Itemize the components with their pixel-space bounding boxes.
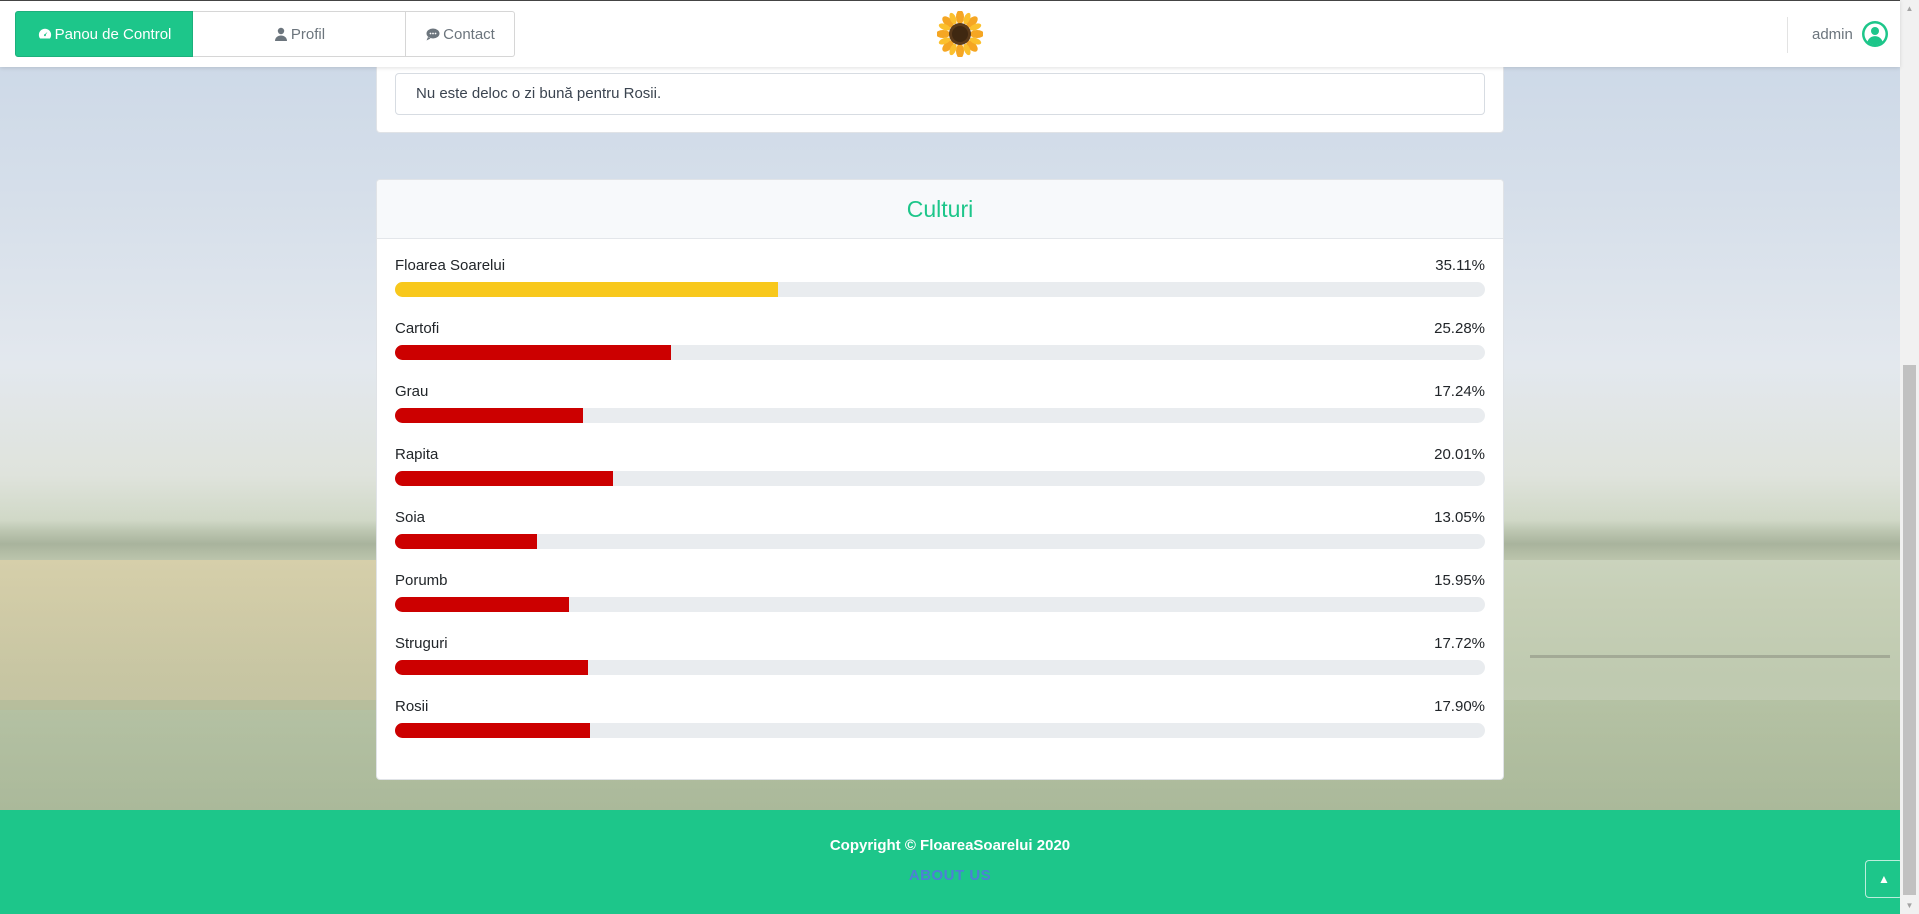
scroll-down-arrow-icon[interactable]: ▼ [1900, 897, 1919, 914]
crop-percent: 13.05% [1434, 509, 1485, 526]
chat-icon [425, 26, 441, 42]
crop-item: Floarea Soarelui 35.11% [395, 239, 1485, 302]
tab-label: Contact [443, 25, 495, 43]
crop-name: Cartofi [395, 320, 440, 337]
crop-percent: 15.95% [1434, 572, 1485, 589]
progress-track [395, 345, 1485, 360]
scroll-up-arrow-icon[interactable]: ▲ [1900, 0, 1919, 17]
crop-name: Porumb [395, 572, 448, 589]
copyright-text: Copyright © FloareaSoarelui 2020 [829, 837, 1071, 854]
progress-track [395, 282, 1485, 297]
crop-item: Struguri 17.72% [395, 617, 1485, 680]
scrollbar-thumb[interactable] [1903, 365, 1916, 895]
crop-name: Rapita [395, 446, 439, 463]
crop-name: Soia [395, 509, 426, 526]
progress-track [395, 660, 1485, 675]
crop-percent: 20.01% [1434, 446, 1485, 463]
progress-track [395, 471, 1485, 486]
progress-fill [395, 345, 671, 360]
username: admin [1812, 25, 1853, 43]
tab-panou-de-control[interactable]: Panou de Control [15, 11, 193, 57]
crop-percent: 35.11% [1435, 257, 1485, 274]
nav-tabs: Panou de Control Profil Contact [15, 11, 515, 57]
crop-percent: 17.72% [1434, 635, 1485, 652]
back-to-top-button[interactable]: ▲ [1865, 860, 1903, 898]
user-icon [273, 26, 289, 42]
nav-divider [1787, 17, 1788, 53]
progress-fill [395, 408, 583, 423]
tab-label: Panou de Control [54, 25, 172, 43]
progress-fill [395, 282, 778, 297]
crop-item: Cartofi 25.28% [395, 302, 1485, 365]
crop-name: Grau [395, 383, 429, 400]
progress-fill [395, 534, 538, 549]
chevron-up-icon: ▲ [1878, 872, 1890, 886]
footer: Copyright © FloareaSoarelui 2020 ABOUT U… [0, 810, 1900, 914]
progress-fill [395, 471, 614, 486]
progress-track [395, 534, 1485, 549]
tab-profil[interactable]: Profil [193, 11, 406, 57]
crop-percent: 25.28% [1434, 320, 1485, 337]
user-circle-icon [1861, 20, 1889, 48]
tab-contact[interactable]: Contact [406, 11, 515, 57]
crop-item: Grau 17.24% [395, 365, 1485, 428]
dashboard-icon [37, 26, 53, 42]
progress-fill [395, 723, 591, 738]
tab-label: Profil [290, 25, 326, 43]
crop-item: Rosii 17.90% [395, 680, 1485, 743]
sunflower-logo[interactable] [936, 10, 984, 58]
crop-item: Porumb 15.95% [395, 554, 1485, 617]
page-scrollbar[interactable]: ▲ ▼ [1900, 0, 1919, 914]
progress-track [395, 723, 1485, 738]
crop-percent: 17.90% [1434, 698, 1485, 715]
progress-fill [395, 660, 589, 675]
crop-alert: Nu este deloc o zi bună pentru Rosii. [395, 73, 1485, 115]
progress-fill [395, 597, 569, 612]
crop-name: Rosii [395, 698, 429, 715]
crop-name: Struguri [395, 635, 448, 652]
culturi-card: Culturi Floarea Soarelui 35.11% Cartofi … [376, 179, 1504, 780]
crop-name: Floarea Soarelui [395, 257, 506, 274]
crop-percent: 17.24% [1434, 383, 1485, 400]
card-title: Culturi [377, 180, 1503, 239]
crop-item: Soia 13.05% [395, 491, 1485, 554]
crop-list: Floarea Soarelui 35.11% Cartofi 25.28% G… [377, 239, 1503, 743]
about-us-link[interactable]: ABOUT US [0, 867, 1900, 884]
user-menu[interactable]: admin [1812, 20, 1889, 48]
progress-track [395, 597, 1485, 612]
crop-item: Rapita 20.01% [395, 428, 1485, 491]
top-navbar: Panou de Control Profil Contact admin [0, 0, 1900, 67]
progress-track [395, 408, 1485, 423]
